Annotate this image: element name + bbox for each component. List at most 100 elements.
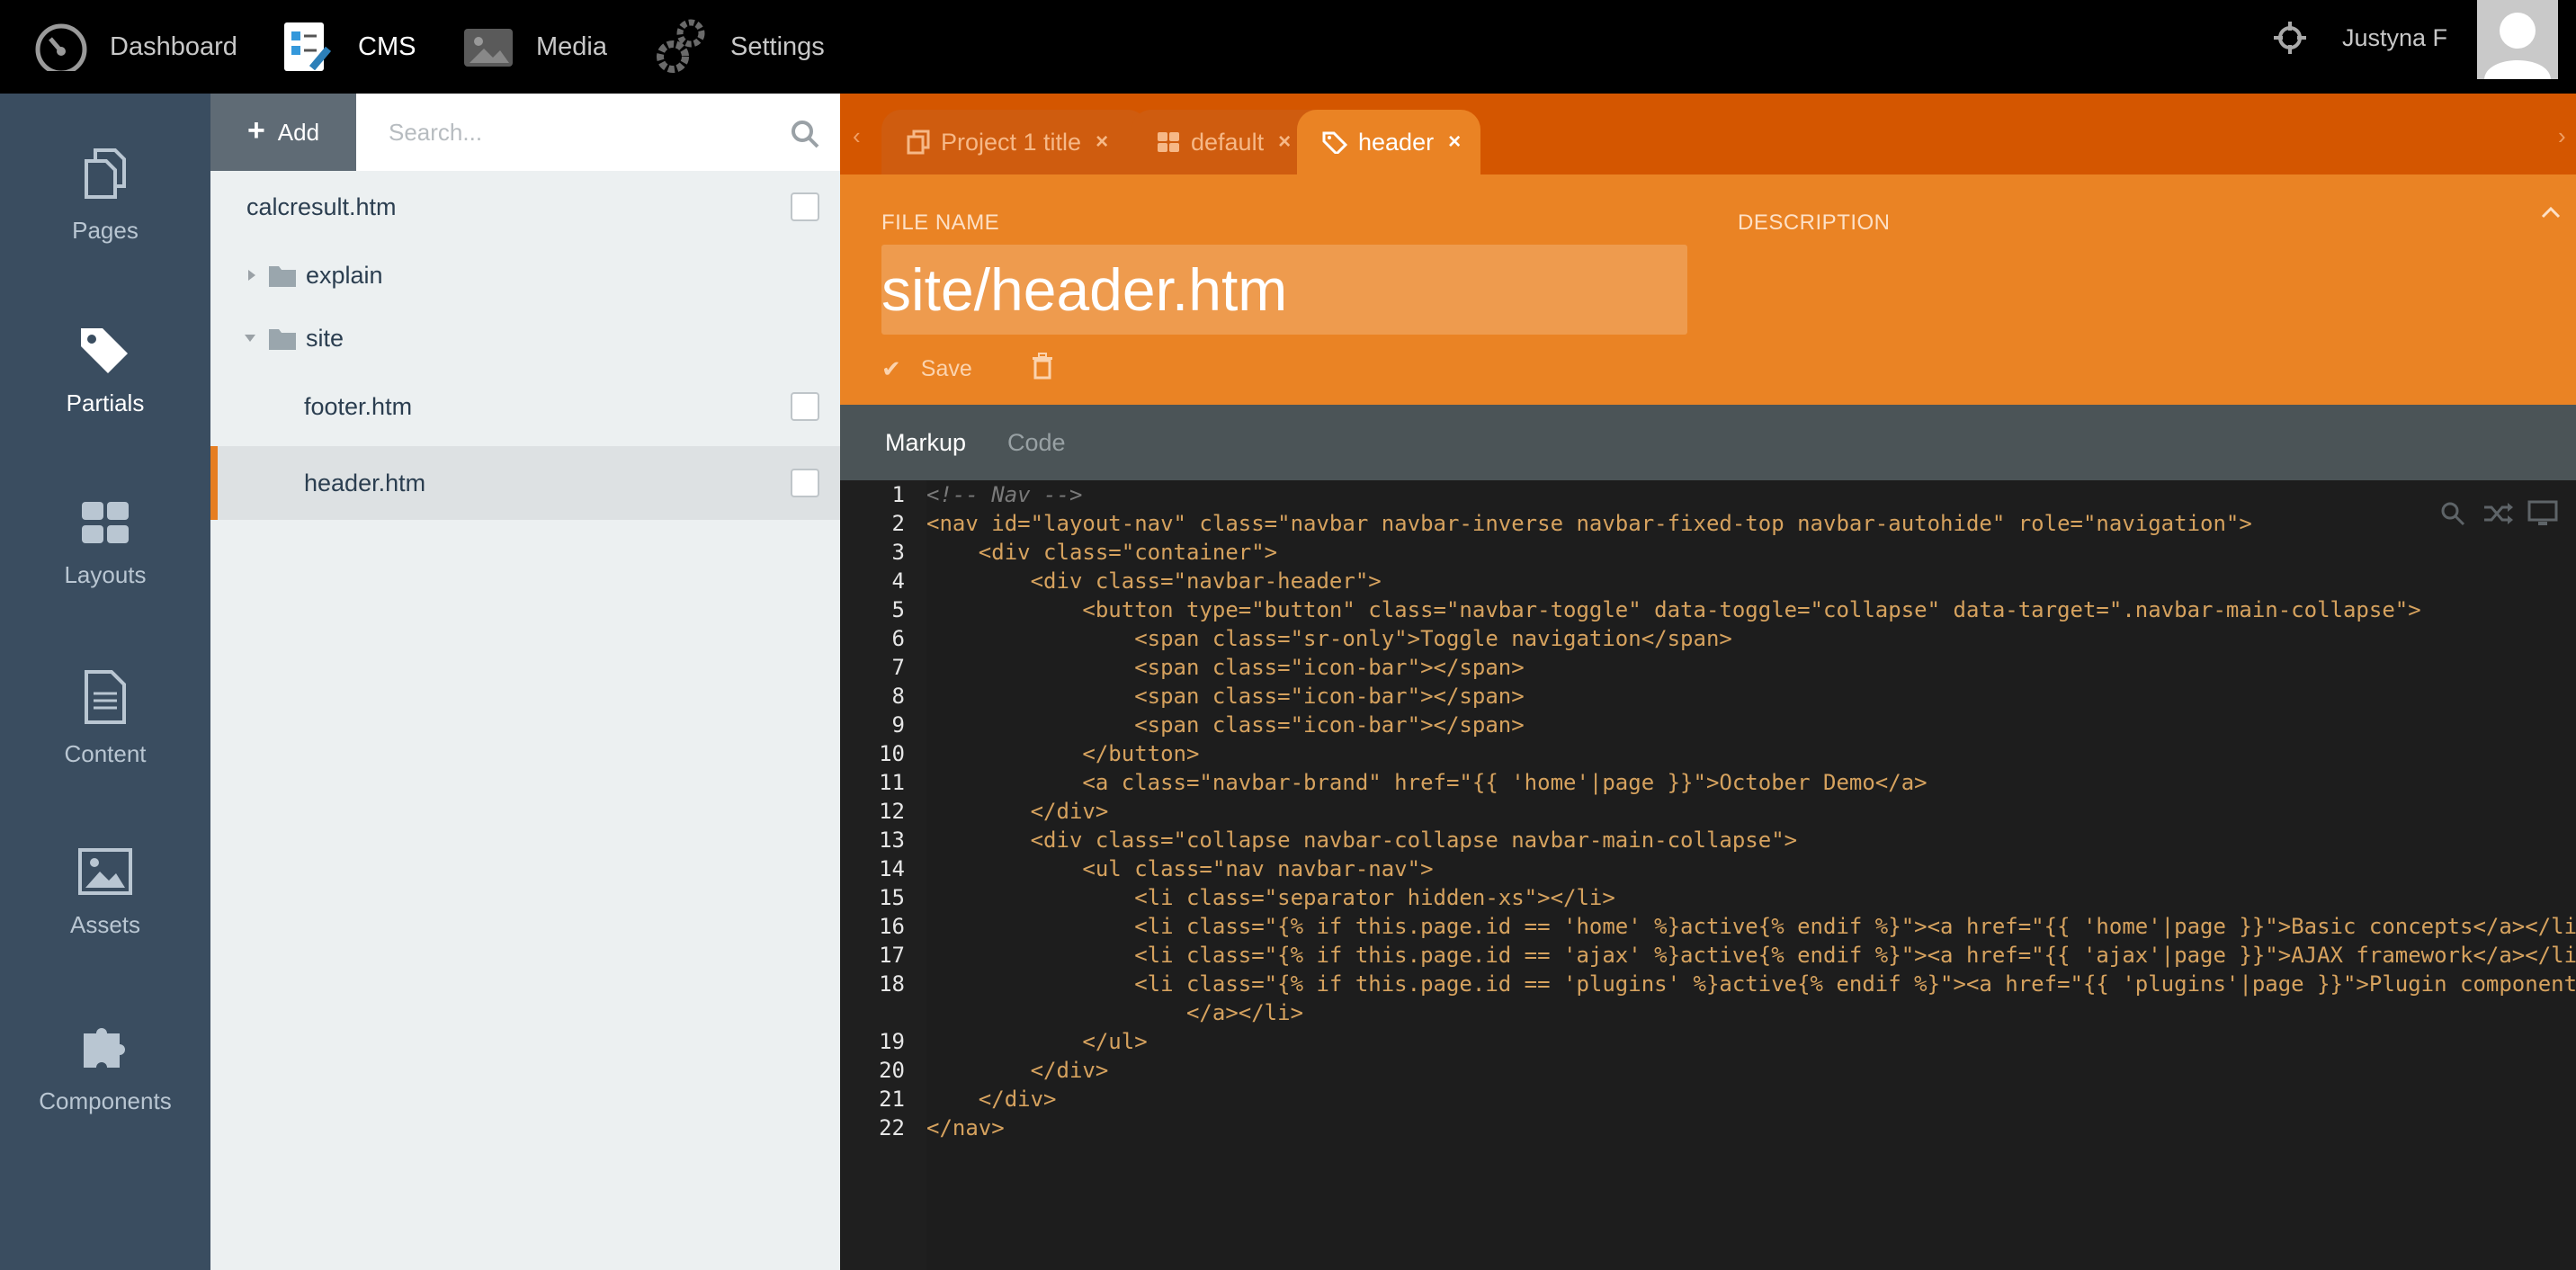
add-button[interactable]: + Add	[210, 94, 356, 171]
save-button-label: Save	[920, 355, 972, 381]
line-number: 19	[879, 1029, 905, 1054]
chevron-right-icon[interactable]: ›	[2558, 122, 2566, 150]
speedometer-icon	[35, 23, 87, 71]
code-line: 22 </nav>	[840, 1113, 2576, 1142]
file-name-label: FILE NAME	[881, 210, 1000, 235]
code-line: 10 </button>	[840, 739, 2576, 768]
sidebar-item-components[interactable]: Components	[0, 982, 210, 1153]
chevron-up-icon[interactable]	[2540, 205, 2562, 219]
code-text: </button>	[926, 741, 1200, 766]
tab-code[interactable]: Code	[1007, 405, 1066, 480]
topnav-media[interactable]: Media	[462, 0, 607, 94]
code-line: 8 <span class="icon-bar"></span>	[840, 682, 2576, 711]
avatar[interactable]	[2477, 0, 2558, 79]
close-icon[interactable]: ×	[1096, 130, 1108, 155]
tab-markup[interactable]: Markup	[885, 405, 966, 480]
code-text: </div>	[926, 1058, 1109, 1083]
tab-header[interactable]: header ×	[1297, 110, 1480, 174]
sidebar-item-assets[interactable]: Assets	[0, 808, 210, 979]
tab-label: header	[1358, 128, 1435, 156]
search-input[interactable]	[356, 94, 840, 171]
user-name[interactable]: Justyna F	[2342, 0, 2447, 94]
tree-folder-row[interactable]: explain	[210, 243, 840, 308]
partial-form: FILE NAME DESCRIPTION ✔ Save	[840, 174, 2576, 405]
sidebar-item-layouts[interactable]: Layouts	[0, 459, 210, 630]
search-icon[interactable]	[790, 119, 820, 149]
code-line: 13 <div class="collapse navbar-collapse …	[840, 826, 2576, 854]
close-icon[interactable]: ×	[1278, 130, 1291, 155]
tree-file-row[interactable]: footer.htm	[210, 374, 840, 439]
code-line: </a></li>	[840, 998, 2576, 1027]
code-line: 3 <div class="container">	[840, 538, 2576, 567]
topnav-cms[interactable]: CMS	[281, 0, 416, 94]
caret-right-icon[interactable]	[246, 268, 257, 282]
code-line: 11 <a class="navbar-brand" href="{{ 'hom…	[840, 768, 2576, 797]
tab-label: default	[1191, 128, 1265, 156]
tree-toolbar: + Add	[210, 94, 840, 171]
layouts-icon	[82, 501, 129, 543]
code-text: <span class="icon-bar"></span>	[926, 655, 1525, 680]
top-navigation-bar: Dashboard CMS Media Settings Justyna F	[0, 0, 2576, 94]
code-line: 17 <li class="{% if this.page.id == 'aja…	[840, 941, 2576, 970]
chevron-left-icon[interactable]: ‹	[853, 122, 861, 150]
code-text: <!-- Nav -->	[926, 482, 1083, 507]
row-checkbox[interactable]	[791, 469, 819, 497]
code-line: 7 <span class="icon-bar"></span>	[840, 653, 2576, 682]
line-number: 15	[879, 885, 905, 910]
editor-subtabs: Markup Code	[840, 405, 2576, 480]
code-line: 20 </div>	[840, 1056, 2576, 1085]
code-text: <li class="{% if this.page.id == 'home' …	[926, 914, 2576, 939]
row-checkbox[interactable]	[791, 192, 819, 221]
close-icon[interactable]: ×	[1448, 130, 1461, 155]
save-button[interactable]: ✔ Save	[881, 351, 972, 387]
code-text: <nav id="layout-nav" class="navbar navba…	[926, 511, 2252, 536]
cms-icon	[284, 22, 332, 71]
tree-file-row-selected[interactable]: header.htm	[210, 446, 840, 520]
file-name: calcresult.htm	[246, 192, 397, 220]
tree-file-row[interactable]: calcresult.htm	[210, 174, 840, 239]
code-text: <div class="container">	[926, 540, 1278, 565]
topnav-settings[interactable]: Settings	[655, 0, 825, 94]
sidebar-item-partials[interactable]: Partials	[0, 284, 210, 455]
row-checkbox[interactable]	[791, 392, 819, 421]
code-text: </ul>	[926, 1029, 1148, 1054]
folder-name: site	[306, 324, 344, 352]
code-text: <li class="{% if this.page.id == 'plugin…	[926, 971, 2576, 997]
sidebar-item-content[interactable]: Content	[0, 633, 210, 804]
file-name: footer.htm	[304, 392, 413, 420]
caret-down-icon[interactable]	[243, 333, 257, 344]
sidebar-item-pages[interactable]: Pages	[0, 110, 210, 281]
tab-project-1-title[interactable]: Project 1 title ×	[881, 110, 1148, 174]
code-line: 12 </div>	[840, 797, 2576, 826]
code-text: <span class="icon-bar"></span>	[926, 712, 1525, 738]
code-line: 1 <!-- Nav -->	[840, 480, 2576, 509]
tree-folder-row[interactable]: site	[210, 306, 840, 371]
sidebar-item-label: Assets	[69, 910, 141, 938]
line-number: 9	[891, 712, 905, 738]
folder-icon	[269, 329, 296, 350]
description-label: DESCRIPTION	[1738, 210, 1891, 235]
line-number: 17	[879, 943, 905, 968]
crosshair-icon[interactable]	[2272, 20, 2308, 56]
code-text: </nav>	[926, 1115, 1005, 1140]
code-editor[interactable]: 1 <!-- Nav --> 2 <nav id="layout-nav" class…	[840, 480, 2576, 1270]
line-number: 22	[879, 1115, 905, 1140]
line-number: 1	[891, 482, 905, 507]
sidebar-item-label: Pages	[72, 216, 139, 244]
sidebar-item-label: Components	[39, 1087, 172, 1114]
pages-icon	[85, 148, 126, 199]
code-line: 6 <span class="sr-only">Toggle navigatio…	[840, 624, 2576, 653]
image-icon	[464, 29, 513, 67]
add-button-label: Add	[277, 118, 320, 146]
user-silhouette-icon	[2484, 13, 2551, 79]
file-name-input[interactable]	[881, 245, 1687, 335]
folder-name: explain	[306, 261, 383, 289]
folder-icon	[269, 266, 296, 287]
trash-icon[interactable]	[1031, 353, 1054, 380]
line-number: 16	[879, 914, 905, 939]
puzzle-icon	[84, 1027, 125, 1068]
code-line: 9 <span class="icon-bar"></span>	[840, 711, 2576, 739]
topnav-dashboard[interactable]: Dashboard	[34, 0, 237, 94]
line-number: 4	[891, 568, 905, 594]
code-text: <ul class="nav navbar-nav">	[926, 856, 1434, 881]
